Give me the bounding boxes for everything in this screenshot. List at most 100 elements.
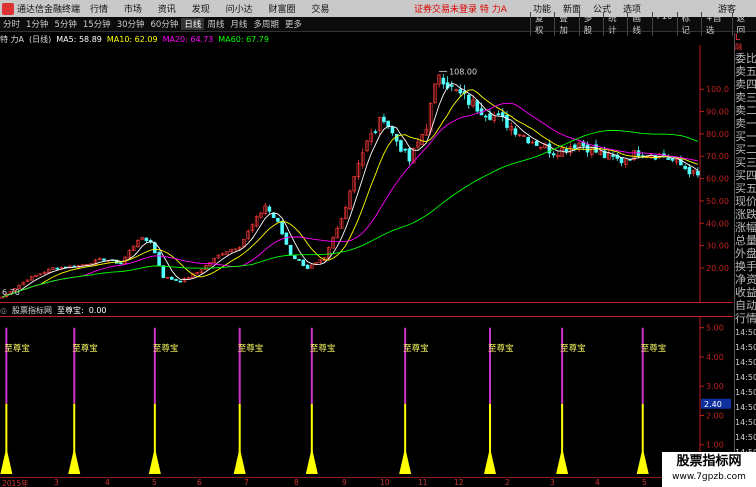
- candle-body: [382, 116, 386, 123]
- signal-spike: [0, 447, 13, 474]
- quote-field[interactable]: 外盘: [735, 247, 756, 260]
- ma10-value: MA10: 62.09: [106, 34, 158, 44]
- price-tick-label: 100.0: [706, 85, 729, 94]
- quote-field[interactable]: 涨跌: [735, 208, 756, 221]
- signal-label: 至尊宝: [4, 343, 30, 354]
- menu-quotes[interactable]: 行情: [90, 5, 108, 15]
- kline-chart[interactable]: 100.0 90.00 80.00 70.00 60.00 50.00 40.00 30.00…: [0, 45, 733, 303]
- f10-button[interactable]: F10: [651, 12, 677, 36]
- quote-field[interactable]: 收益: [735, 286, 756, 299]
- date-tick-label: 5: [642, 478, 647, 487]
- candle-body: [55, 267, 60, 270]
- period-30min[interactable]: 30分钟: [114, 18, 148, 30]
- period-multi[interactable]: 多周期: [250, 18, 282, 30]
- quote-field[interactable]: 涨幅: [735, 221, 756, 234]
- period-weekly[interactable]: 周线: [204, 18, 227, 30]
- menu-discover[interactable]: 发现: [192, 5, 210, 15]
- overlay-button[interactable]: 叠加: [554, 12, 578, 36]
- candle-body: [276, 217, 280, 222]
- quote-field[interactable]: 14:50: [735, 325, 756, 340]
- candle-body: [386, 120, 390, 127]
- restore-rights-button[interactable]: 复权: [530, 12, 554, 36]
- quote-field[interactable]: 14:50: [735, 340, 756, 355]
- quote-field[interactable]: 卖一: [735, 117, 756, 130]
- add-watchlist-button[interactable]: +自选: [700, 12, 732, 36]
- menu-ask[interactable]: 问小达: [226, 5, 253, 15]
- quote-field[interactable]: 买一: [735, 130, 756, 143]
- quote-field[interactable]: 卖四: [735, 78, 756, 91]
- quote-field[interactable]: 卖三: [735, 91, 756, 104]
- quote-field[interactable]: 14:50: [735, 430, 756, 445]
- period-60min[interactable]: 60分钟: [148, 18, 182, 30]
- candle-body: [619, 157, 624, 164]
- candle-body: [467, 94, 471, 105]
- candle-body: [293, 255, 297, 260]
- quote-field[interactable]: 买三: [735, 156, 756, 169]
- signal-label: 至尊宝: [72, 343, 98, 354]
- quote-field[interactable]: 现价: [735, 195, 756, 208]
- signal-label: 至尊宝: [403, 343, 429, 354]
- trade-notice[interactable]: 证券交易未登录 特 力A: [414, 2, 507, 15]
- date-tick-label: 8: [294, 478, 299, 487]
- indicator-chart[interactable]: 5.00 4.00 3.00 2.00 1.00 2.40 至尊宝 至尊宝 至尊宝 至尊宝 至尊宝 至…: [0, 316, 733, 476]
- period-monthly[interactable]: 月线: [227, 18, 250, 30]
- ma5-value: MA5: 58.89: [56, 34, 102, 44]
- period-15min[interactable]: 15分钟: [80, 18, 114, 30]
- candle-body: [373, 131, 378, 133]
- candle-body: [280, 221, 284, 235]
- quote-field[interactable]: 14:50: [735, 415, 756, 430]
- date-tick-label: 4: [105, 478, 110, 487]
- quote-field[interactable]: 行情: [735, 312, 756, 325]
- quote-field[interactable]: 14:50: [735, 385, 756, 400]
- menu-trade[interactable]: 交易: [311, 5, 329, 15]
- quote-field[interactable]: 卖二: [735, 104, 756, 117]
- period-daily[interactable]: 日线: [181, 18, 205, 30]
- menu-market[interactable]: 市场: [124, 5, 142, 15]
- date-tick-label: 4: [595, 478, 600, 487]
- signal-label: 至尊宝: [560, 343, 586, 354]
- draw-line-button[interactable]: 画线: [627, 12, 651, 36]
- quote-field[interactable]: 卖五: [735, 65, 756, 78]
- candle-body: [157, 252, 161, 266]
- candle-body: [178, 280, 183, 283]
- mark-button[interactable]: 标记: [676, 12, 701, 36]
- current-value-label: 2.40: [704, 400, 722, 409]
- quote-field[interactable]: 换手: [735, 260, 756, 273]
- candle-body: [500, 112, 505, 117]
- candle-body: [483, 115, 488, 118]
- quote-field[interactable]: 买四: [735, 169, 756, 182]
- period-5min[interactable]: 5分钟: [51, 18, 79, 30]
- margin-badge: 融: [735, 43, 742, 51]
- candle-body: [144, 237, 149, 241]
- watermark: 股票指标网 www.7gpzb.com: [662, 452, 756, 487]
- candle-body: [301, 259, 306, 266]
- candle-body: [267, 206, 272, 212]
- date-axis: 2015年 3 4 5 6 7 8 9 10 11 12 2 3 4 5: [0, 477, 733, 487]
- multi-stock-button[interactable]: 多股: [578, 12, 603, 36]
- candle-body: [441, 77, 446, 85]
- indicator-name[interactable]: 股票指标网: [12, 305, 52, 316]
- price-tick-label: 30.00: [706, 242, 729, 251]
- indicator-tick-label: 3.00: [706, 382, 724, 391]
- price-tick-label: 20.00: [706, 264, 729, 273]
- candle-body: [513, 128, 518, 135]
- candle-body: [284, 232, 289, 245]
- quote-field[interactable]: 自动: [735, 299, 756, 312]
- period-timeshare[interactable]: 分时: [0, 18, 23, 30]
- quote-field[interactable]: 14:50: [735, 370, 756, 385]
- quote-field[interactable]: 买五: [735, 182, 756, 195]
- quote-field[interactable]: 净资: [735, 273, 756, 286]
- menu-news[interactable]: 资讯: [158, 5, 176, 15]
- quote-field[interactable]: 委比: [735, 52, 756, 65]
- signal-spike: [68, 447, 81, 474]
- quote-field[interactable]: 买二: [735, 143, 756, 156]
- statistics-button[interactable]: 统计: [603, 12, 627, 36]
- stock-name: 特 力A: [0, 34, 25, 44]
- menu-wealth[interactable]: 财富圈: [268, 5, 295, 15]
- quote-field[interactable]: 14:50: [735, 355, 756, 370]
- quote-field[interactable]: 14:50: [735, 400, 756, 415]
- period-more[interactable]: 更多: [282, 18, 305, 30]
- period-1min[interactable]: 1分钟: [23, 18, 51, 30]
- indicator-tick-label: 1.00: [706, 441, 724, 450]
- quote-field[interactable]: 总量: [735, 234, 756, 247]
